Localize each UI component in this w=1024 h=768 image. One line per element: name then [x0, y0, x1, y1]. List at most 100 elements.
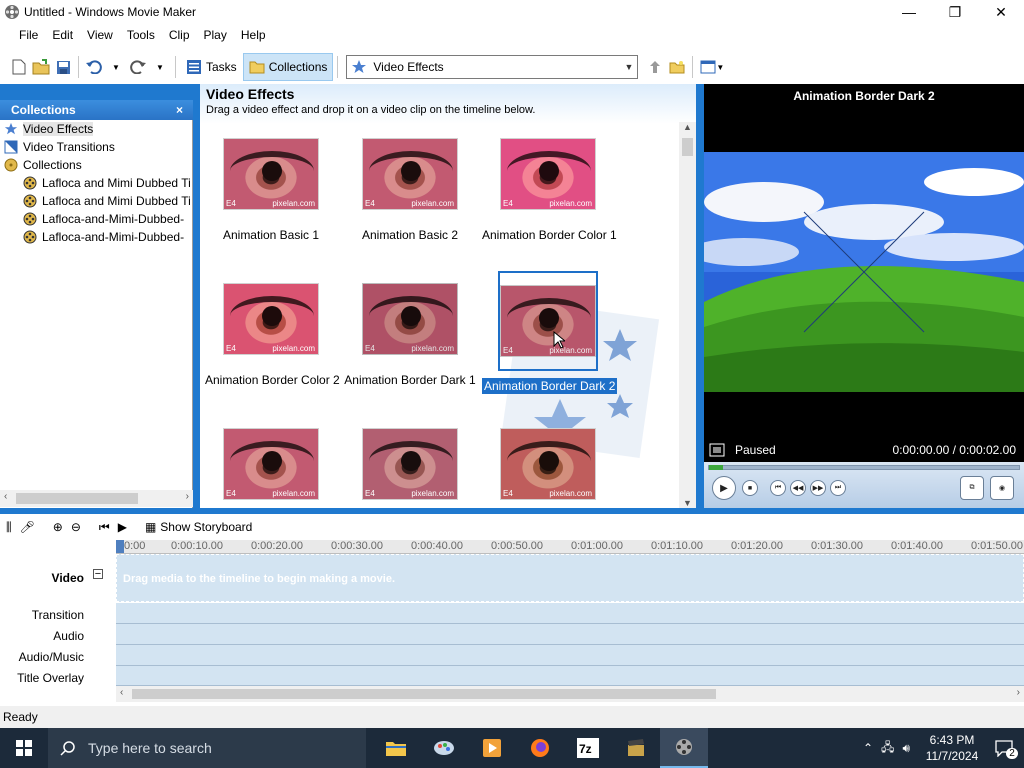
play-timeline-icon[interactable]: ▶: [118, 520, 127, 534]
next-frame-button[interactable]: ▶▶: [810, 480, 826, 496]
timeline-horizontal-scrollbar[interactable]: ‹ ›: [116, 686, 1024, 702]
tasks-button[interactable]: Tasks: [180, 53, 243, 81]
menu-edit[interactable]: Edit: [45, 28, 80, 42]
thumbnail-watermark: pixelan.com: [272, 344, 315, 353]
scrollbar-thumb[interactable]: [16, 493, 138, 504]
collections-button[interactable]: Collections: [242, 53, 334, 81]
taskbar-media-player[interactable]: [468, 728, 516, 768]
back-button[interactable]: ⏮: [770, 480, 786, 496]
taskbar-clock[interactable]: 6:43 PM 11/7/2024: [916, 732, 988, 764]
menu-tools[interactable]: Tools: [120, 28, 162, 42]
scroll-down-icon[interactable]: ▼: [683, 498, 692, 508]
playhead-marker[interactable]: [116, 540, 124, 553]
zoom-in-icon[interactable]: ⊕: [53, 520, 63, 534]
audio-track[interactable]: [116, 624, 1024, 645]
zoom-out-icon[interactable]: ⊖: [71, 520, 81, 534]
effect-tile-selected[interactable]: E4 pixelan.com Animation Border Dark 2: [482, 271, 618, 394]
split-clip-button[interactable]: ⧉: [960, 476, 984, 500]
seek-bar[interactable]: [708, 465, 1020, 470]
scroll-left-icon[interactable]: ‹: [4, 491, 7, 502]
network-icon[interactable]: 🖧︎: [881, 738, 894, 759]
narrate-timeline-icon[interactable]: 🎤︎: [20, 520, 35, 534]
minimize-button[interactable]: —: [886, 0, 932, 24]
save-project-button[interactable]: [52, 56, 74, 78]
redo-dropdown-button[interactable]: ▼: [149, 56, 171, 78]
tree-item-collection-clip[interactable]: Lafloca and Mimi Dubbed Ti: [0, 174, 193, 192]
take-picture-button[interactable]: ◉: [990, 476, 1014, 500]
taskbar-7zip[interactable]: 7z: [564, 728, 612, 768]
undo-dropdown-button[interactable]: ▼: [105, 56, 127, 78]
storyboard-icon[interactable]: ▦: [145, 520, 156, 534]
action-center-button[interactable]: 2: [988, 738, 1024, 759]
stop-button[interactable]: ■: [742, 480, 758, 496]
video-track[interactable]: Drag media to the timeline to begin maki…: [116, 554, 1024, 602]
scroll-right-icon[interactable]: ›: [186, 491, 189, 502]
forward-button[interactable]: ⏭: [830, 480, 846, 496]
up-one-level-button[interactable]: [644, 56, 666, 78]
previous-frame-button[interactable]: ◀◀: [790, 480, 806, 496]
close-pane-icon[interactable]: ×: [176, 103, 183, 117]
fullscreen-icon[interactable]: [709, 443, 725, 457]
new-collection-folder-button[interactable]: [666, 56, 688, 78]
play-button[interactable]: ▶: [712, 476, 736, 500]
title-overlay-track[interactable]: [116, 666, 1024, 686]
tree-item-video-effects[interactable]: Video Effects: [0, 120, 193, 138]
show-hidden-icons-icon[interactable]: ⌃: [863, 741, 873, 755]
scrollbar-thumb[interactable]: [682, 138, 693, 156]
selection-frame: E4 pixelan.com: [498, 271, 598, 371]
effect-tile[interactable]: E4 pixelan.com Animation Border Dark 1: [344, 283, 476, 387]
effect-tile[interactable]: E4 pixelan.com Animation Basic 1: [205, 138, 337, 242]
effects-vertical-scrollbar[interactable]: ▲ ▼: [679, 122, 696, 508]
mouse-cursor-icon: [553, 331, 565, 349]
film-reel-icon: [22, 211, 38, 227]
redo-button[interactable]: [127, 56, 149, 78]
tree-item-collections[interactable]: Collections: [0, 156, 193, 174]
transition-track[interactable]: [116, 603, 1024, 624]
maximize-button[interactable]: ❐: [932, 0, 978, 24]
scroll-left-icon[interactable]: ‹: [120, 687, 123, 698]
collection-select[interactable]: Video Effects ▼: [346, 55, 639, 79]
taskbar-file-explorer[interactable]: [372, 728, 420, 768]
collapse-track-icon[interactable]: −: [93, 569, 103, 580]
effect-tile[interactable]: E4 pixelan.com Animation Border Color 2: [205, 283, 340, 387]
set-audio-levels-icon[interactable]: ⫼: [6, 520, 12, 535]
scroll-up-icon[interactable]: ▲: [683, 122, 692, 132]
rewind-timeline-icon[interactable]: ⏮: [99, 520, 110, 535]
start-button[interactable]: [0, 728, 48, 768]
effect-tile[interactable]: E4 pixelan.com: [344, 428, 476, 500]
tree-item-collection-clip[interactable]: Lafloca-and-Mimi-Dubbed-: [0, 228, 193, 246]
scroll-right-icon[interactable]: ›: [1017, 687, 1020, 698]
effect-tile[interactable]: E4 pixelan.com: [482, 428, 614, 500]
close-button[interactable]: ✕: [978, 0, 1024, 24]
effect-tile[interactable]: E4 pixelan.com Animation Border Color 1: [482, 138, 617, 242]
effect-tile[interactable]: E4 pixelan.com: [205, 428, 337, 500]
ruler-tick: 0:00:30.00: [331, 540, 383, 552]
audio-music-track[interactable]: [116, 645, 1024, 666]
taskbar-movie-maker[interactable]: [660, 728, 708, 768]
timeline-ruler[interactable]: 0:00 0:00:10.00 0:00:20.00 0:00:30.00 0:…: [116, 540, 1024, 554]
chevron-down-icon: ▼: [716, 62, 725, 72]
undo-button[interactable]: [83, 56, 105, 78]
taskbar-search[interactable]: Type here to search: [48, 728, 366, 768]
menu-file[interactable]: File: [12, 28, 45, 42]
volume-icon[interactable]: 🔊︎: [902, 741, 910, 756]
views-button[interactable]: ▼: [697, 56, 727, 78]
menu-clip[interactable]: Clip: [162, 28, 197, 42]
taskbar-firefox[interactable]: [516, 728, 564, 768]
tree-item-video-transitions[interactable]: Video Transitions: [0, 138, 193, 156]
effects-pane-instructions: Drag a video effect and drop it on a vid…: [206, 104, 536, 116]
taskbar-media-editor[interactable]: [612, 728, 660, 768]
menu-view[interactable]: View: [80, 28, 120, 42]
new-project-button[interactable]: [8, 56, 30, 78]
show-storyboard-button[interactable]: Show Storyboard: [160, 520, 252, 534]
effect-tile[interactable]: E4 pixelan.com Animation Basic 2: [344, 138, 476, 242]
open-project-button[interactable]: [30, 56, 52, 78]
tree-item-collection-clip[interactable]: Lafloca and Mimi Dubbed Ti: [0, 192, 193, 210]
seek-knob[interactable]: [709, 465, 723, 470]
taskbar-paint[interactable]: [420, 728, 468, 768]
tree-item-collection-clip[interactable]: Lafloca-and-Mimi-Dubbed-: [0, 210, 193, 228]
scrollbar-thumb[interactable]: [132, 689, 716, 699]
menu-play[interactable]: Play: [197, 28, 234, 42]
menu-help[interactable]: Help: [234, 28, 273, 42]
collections-horizontal-scrollbar[interactable]: ‹ ›: [0, 490, 193, 507]
